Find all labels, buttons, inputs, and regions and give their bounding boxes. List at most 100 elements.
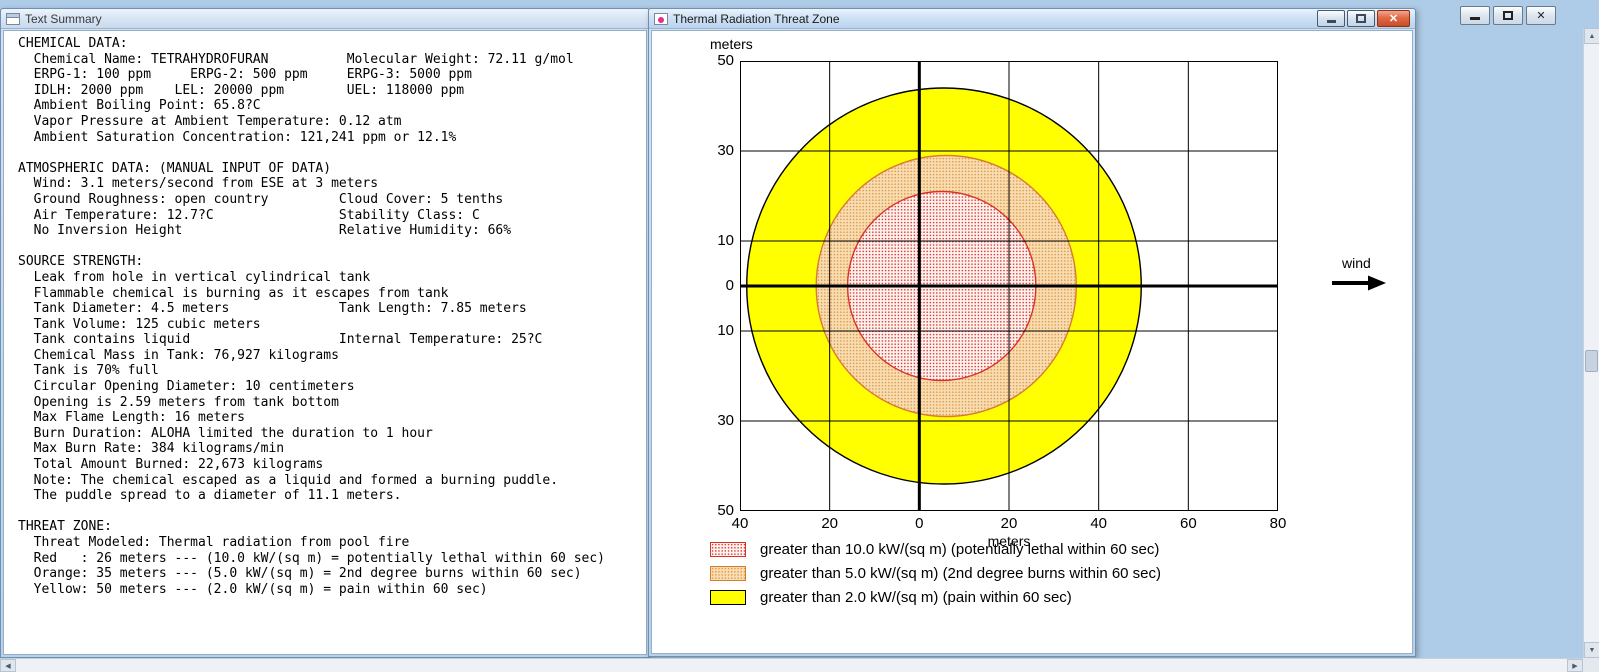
scroll-up-button[interactable]: ▲ xyxy=(1584,28,1599,44)
maximize-icon xyxy=(1356,14,1366,23)
wind-indicator: wind xyxy=(1332,255,1404,292)
aloha-mdi-workspace: Text Summary CHEMICAL DATA: Chemical Nam… xyxy=(0,0,1599,672)
threat-zone-window: Thermal Radiation Threat Zone ✕ meters m… xyxy=(648,8,1416,657)
x-tick-label: 80 xyxy=(1269,515,1287,532)
text-summary-content[interactable]: CHEMICAL DATA: Chemical Name: TETRAHYDRO… xyxy=(3,30,647,655)
summary-line: THREAT ZONE: xyxy=(18,519,112,535)
mdi-window-controls: ✕ xyxy=(1460,6,1556,25)
mdi-close-button[interactable]: ✕ xyxy=(1526,6,1556,25)
vertical-scrollbar[interactable]: ▲ ▼ xyxy=(1583,28,1599,658)
x-tick-label: 0 xyxy=(915,515,924,532)
summary-line: Leak from hole in vertical cylindrical t… xyxy=(18,269,371,285)
summary-line xyxy=(18,145,646,161)
summary-line: Tank Diameter: 4.5 meters Tank Length: 7… xyxy=(18,301,527,317)
summary-line: Max Flame Length: 16 meters xyxy=(18,410,245,426)
summary-line: Air Temperature: 12.7?C Stability Class:… xyxy=(18,207,480,223)
summary-line: Tank Volume: 125 cubic meters xyxy=(18,316,261,332)
text-summary-window-icon xyxy=(6,12,20,25)
minimize-button[interactable] xyxy=(1317,10,1345,27)
summary-line: Red : 26 meters --- (10.0 kW/(sq m) = po… xyxy=(18,550,605,566)
legend-label: greater than 10.0 kW/(sq m) (potentially… xyxy=(760,541,1160,558)
summary-line: Chemical Mass in Tank: 76,927 kilograms xyxy=(18,347,339,363)
summary-line: Max Burn Rate: 384 kilograms/min xyxy=(18,441,285,457)
summary-line: Chemical Name: TETRAHYDROFURAN Molecular… xyxy=(18,51,574,67)
threat-zone-window-icon xyxy=(654,12,668,25)
summary-line xyxy=(18,504,646,520)
summary-line: The puddle spread to a diameter of 11.1 … xyxy=(18,488,402,504)
y-axis-title: meters xyxy=(710,36,753,52)
y-tick-label: 10 xyxy=(717,232,734,249)
y-tick-label: 30 xyxy=(717,142,734,159)
y-tick-label: 0 xyxy=(725,277,734,294)
mdi-restore-button[interactable] xyxy=(1493,6,1523,25)
scroll-down-icon: ▼ xyxy=(1588,646,1596,654)
mdi-close-icon: ✕ xyxy=(1536,10,1546,22)
y-tick-label: 50 xyxy=(717,52,734,69)
scroll-down-button[interactable]: ▼ xyxy=(1584,642,1599,658)
summary-line: ATMOSPHERIC DATA: (MANUAL INPUT OF DATA) xyxy=(18,160,332,176)
y-tick-label: 10 xyxy=(717,322,734,339)
threat-zone-content: meters meters wind greater than 10.0 kW/… xyxy=(651,30,1413,654)
summary-line: Tank contains liquid Internal Temperatur… xyxy=(18,332,543,348)
threat-zone-titlebar[interactable]: Thermal Radiation Threat Zone ✕ xyxy=(649,9,1415,29)
summary-line: Note: The chemical escaped as a liquid a… xyxy=(18,472,559,488)
scroll-left-icon: ◀ xyxy=(5,662,11,670)
summary-line: Total Amount Burned: 22,673 kilograms xyxy=(18,457,324,473)
summary-line: Burn Duration: ALOHA limited the duratio… xyxy=(18,425,433,441)
summary-line: Ground Roughness: open country Cloud Cov… xyxy=(18,191,504,207)
x-tick-label: 60 xyxy=(1179,515,1197,532)
summary-line: Circular Opening Diameter: 10 centimeter… xyxy=(18,379,355,395)
mdi-restore-icon xyxy=(1503,11,1513,20)
legend-row: greater than 2.0 kW/(sq m) (pain within … xyxy=(710,589,1161,606)
summary-line: Tank is 70% full xyxy=(18,363,159,379)
x-tick-label: 20 xyxy=(821,515,838,532)
x-tick-label: 20 xyxy=(1000,515,1018,532)
text-summary-title: Text Summary xyxy=(25,11,102,26)
legend-row: greater than 5.0 kW/(sq m) (2nd degree b… xyxy=(710,565,1161,582)
scroll-right-icon: ▶ xyxy=(1572,662,1578,670)
summary-line: ERPG-1: 100 ppm ERPG-2: 500 ppm ERPG-3: … xyxy=(18,67,472,83)
text-summary-titlebar[interactable]: Text Summary xyxy=(1,9,649,29)
wind-arrow-icon xyxy=(1332,275,1386,291)
mdi-minimize-icon xyxy=(1470,17,1480,20)
horizontal-scrollbar[interactable]: ◀ ▶ xyxy=(0,658,1583,672)
scroll-right-button[interactable]: ▶ xyxy=(1567,659,1583,672)
summary-line: Threat Modeled: Thermal radiation from p… xyxy=(18,535,410,550)
mdi-minimize-button[interactable] xyxy=(1460,6,1490,25)
summary-line: No Inversion Height Relative Humidity: 6… xyxy=(18,223,512,239)
summary-line: Orange: 35 meters --- (5.0 kW/(sq m) = 2… xyxy=(18,566,582,582)
summary-line: Vapor Pressure at Ambient Temperature: 0… xyxy=(18,113,402,129)
summary-line: Wind: 3.1 meters/second from ESE at 3 me… xyxy=(18,176,379,192)
summary-line: Flammable chemical is burning as it esca… xyxy=(18,285,449,301)
orange-zone-swatch xyxy=(710,566,746,581)
summary-line: SOURCE STRENGTH: xyxy=(18,254,144,270)
text-summary-window: Text Summary CHEMICAL DATA: Chemical Nam… xyxy=(0,8,650,658)
scrollbar-corner xyxy=(1583,658,1599,672)
maximize-button[interactable] xyxy=(1347,10,1375,27)
wind-label: wind xyxy=(1342,255,1371,271)
x-tick-label: 40 xyxy=(731,515,749,532)
legend-label: greater than 5.0 kW/(sq m) (2nd degree b… xyxy=(760,565,1162,582)
close-icon: ✕ xyxy=(1388,13,1399,25)
summary-line: Yellow: 50 meters --- (2.0 kW/(sq m) = p… xyxy=(18,581,488,597)
legend-row: greater than 10.0 kW/(sq m) (potentially… xyxy=(710,541,1161,558)
x-tick-label: 40 xyxy=(1090,515,1107,532)
summary-line xyxy=(18,239,646,255)
summary-line: IDLH: 2000 ppm LEL: 20000 ppm UEL: 11800… xyxy=(18,82,465,98)
threat-zone-plot xyxy=(740,61,1278,511)
summary-line: Ambient Boiling Point: 65.8?C xyxy=(18,98,261,114)
red-zone-swatch xyxy=(710,542,746,557)
minimize-icon xyxy=(1326,20,1336,23)
caption-buttons: ✕ xyxy=(1317,10,1410,27)
summary-line: Ambient Saturation Concentration: 121,24… xyxy=(18,129,457,145)
threat-zone-legend: greater than 10.0 kW/(sq m) (potentially… xyxy=(710,541,1161,613)
scroll-up-icon: ▲ xyxy=(1588,32,1596,40)
legend-label: greater than 2.0 kW/(sq m) (pain within … xyxy=(760,589,1072,606)
y-tick-label: 30 xyxy=(717,412,734,429)
close-button[interactable]: ✕ xyxy=(1377,10,1410,27)
threat-zone-title: Thermal Radiation Threat Zone xyxy=(673,11,840,26)
yellow-zone-swatch xyxy=(710,590,746,605)
vertical-scrollbar-thumb[interactable] xyxy=(1585,350,1598,372)
scroll-left-button[interactable]: ◀ xyxy=(0,659,16,672)
summary-line: Opening is 2.59 meters from tank bottom xyxy=(18,394,339,410)
